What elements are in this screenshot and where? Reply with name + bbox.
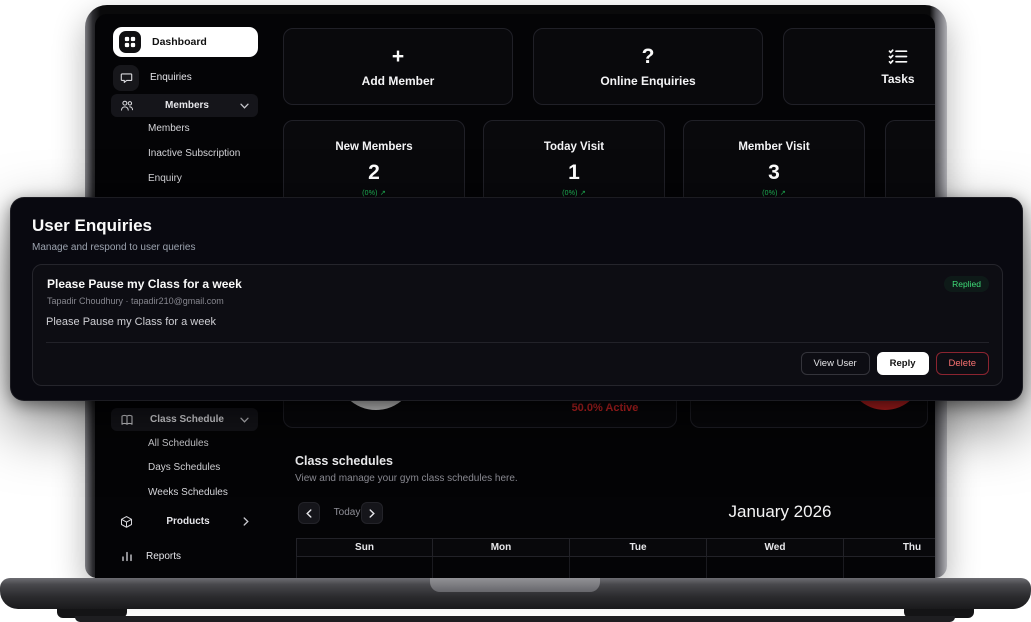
stat-value: 3 xyxy=(684,161,864,185)
stat-card-member-visit[interactable]: Member Visit 3 (0%) ↗ xyxy=(683,120,865,208)
divider xyxy=(46,342,989,343)
sidebar-subitem-all-schedules[interactable]: All Schedules xyxy=(148,438,278,449)
calendar-cell[interactable] xyxy=(296,557,433,578)
online-enquiries-card[interactable]: ? Online Enquiries xyxy=(533,28,763,105)
sidebar-item-label: Products xyxy=(166,516,209,527)
chevron-left-icon xyxy=(306,509,312,518)
sidebar-subitem-enquiry[interactable]: Enquiry xyxy=(148,173,278,184)
stat-label: Member Visit xyxy=(684,141,864,153)
modal-subtitle: Manage and respond to user queries xyxy=(32,242,195,253)
trend-up-icon: ↗ xyxy=(780,190,786,197)
checklist-icon xyxy=(888,48,908,65)
trend-up-icon: ↗ xyxy=(580,190,586,197)
enquiry-body: Please Pause my Class for a week xyxy=(46,316,216,328)
sidebar-item-class-schedule[interactable]: Class Schedule xyxy=(111,408,258,431)
action-card-label: Online Enquiries xyxy=(600,74,695,88)
add-member-card[interactable]: + Add Member xyxy=(283,28,513,105)
enquiry-subject: Please Pause my Class for a week xyxy=(47,277,242,291)
stat-card-clipped[interactable] xyxy=(885,120,935,208)
action-card-label: Tasks xyxy=(881,72,914,86)
delete-button[interactable]: Delete xyxy=(936,352,989,375)
view-user-button[interactable]: View User xyxy=(801,352,870,375)
calendar-day-header-row: Sun Mon Tue Wed Thu Fri Sat xyxy=(296,538,935,557)
calendar-day-header: Thu xyxy=(844,539,935,556)
modal-title: User Enquiries xyxy=(32,216,152,236)
calendar-month-title: January 2026 xyxy=(695,502,865,522)
stat-label: New Members xyxy=(284,141,464,153)
people-icon xyxy=(120,99,134,112)
stat-value: 1 xyxy=(484,161,664,185)
dashboard-grid-icon xyxy=(119,31,141,53)
user-enquiries-modal: User Enquiries Manage and respond to use… xyxy=(10,197,1023,401)
tasks-card[interactable]: Tasks xyxy=(783,28,935,105)
stat-card-new-members[interactable]: New Members 2 (0%) ↗ xyxy=(283,120,465,208)
sidebar-subitem-weeks-schedules[interactable]: Weeks Schedules xyxy=(148,487,278,498)
enquiry-sender-meta: Tapadir Choudhury · tapadir210@gmail.com xyxy=(47,296,224,306)
sidebar-subitem-days-schedules[interactable]: Days Schedules xyxy=(148,462,278,473)
action-card-label: Add Member xyxy=(362,74,435,88)
book-icon xyxy=(120,414,134,426)
sidebar-item-products[interactable]: Products xyxy=(111,510,258,533)
laptop-base-shadow xyxy=(75,616,955,622)
sidebar-item-reports[interactable]: Reports xyxy=(113,544,258,568)
chat-bubble-icon xyxy=(113,65,139,91)
sidebar-item-dashboard[interactable]: Dashboard xyxy=(113,27,258,57)
sidebar-item-label: Class Schedule xyxy=(150,414,224,425)
section-subtitle: View and manage your gym class schedules… xyxy=(295,473,518,484)
cube-icon xyxy=(120,515,133,529)
status-badge: Replied xyxy=(944,276,989,292)
laptop-mockup-scene: Dashboard Enquiries Members Members Inac… xyxy=(0,0,1031,622)
sidebar-item-label: Members xyxy=(165,100,209,111)
laptop-base-notch xyxy=(430,578,600,592)
calendar-day-header: Wed xyxy=(707,539,844,556)
chevron-right-icon xyxy=(369,509,375,518)
sidebar-item-enquiries[interactable]: Enquiries xyxy=(113,64,258,91)
calendar-day-header: Tue xyxy=(570,539,707,556)
sidebar-item-label: Reports xyxy=(146,551,181,562)
calendar-cell[interactable] xyxy=(433,557,570,578)
sidebar-item-label: Dashboard xyxy=(152,36,207,48)
stat-card-today-visit[interactable]: Today Visit 1 (0%) ↗ xyxy=(483,120,665,208)
chevron-down-icon xyxy=(240,103,249,109)
sidebar-item-members[interactable]: Members xyxy=(111,94,258,117)
calendar-day-header: Sun xyxy=(296,539,433,556)
calendar-cell[interactable] xyxy=(707,557,844,578)
stat-value: 2 xyxy=(284,161,464,185)
question-mark-icon: ? xyxy=(642,46,655,67)
bar-chart-icon xyxy=(121,550,133,562)
sidebar-item-label: Enquiries xyxy=(150,72,192,83)
calendar-day-header: Mon xyxy=(433,539,570,556)
reply-button[interactable]: Reply xyxy=(877,352,929,375)
active-percent-label: 50.0% Active xyxy=(530,402,680,414)
calendar-cell[interactable] xyxy=(570,557,707,578)
stat-change: (0%) ↗ xyxy=(284,189,464,197)
calendar-grid[interactable] xyxy=(296,557,935,578)
section-title: Class schedules xyxy=(295,454,393,468)
plus-icon: + xyxy=(392,46,404,67)
sidebar-subitem-members[interactable]: Members xyxy=(148,123,278,134)
calendar-cell[interactable] xyxy=(844,557,935,578)
calendar-next-button[interactable] xyxy=(361,502,383,524)
stat-change: (0%) ↗ xyxy=(484,189,664,197)
enquiry-actions: View User Reply Delete xyxy=(801,352,989,375)
stat-change: (0%) ↗ xyxy=(684,189,864,197)
calendar-prev-button[interactable] xyxy=(298,502,320,524)
sidebar-subitem-inactive-subscription[interactable]: Inactive Subscription xyxy=(148,148,278,159)
enquiry-card: Please Pause my Class for a week Tapadir… xyxy=(32,264,1003,386)
stat-label: Today Visit xyxy=(484,141,664,153)
trend-up-icon: ↗ xyxy=(380,190,386,197)
chevron-right-icon xyxy=(243,517,249,526)
chevron-down-icon xyxy=(240,417,249,423)
